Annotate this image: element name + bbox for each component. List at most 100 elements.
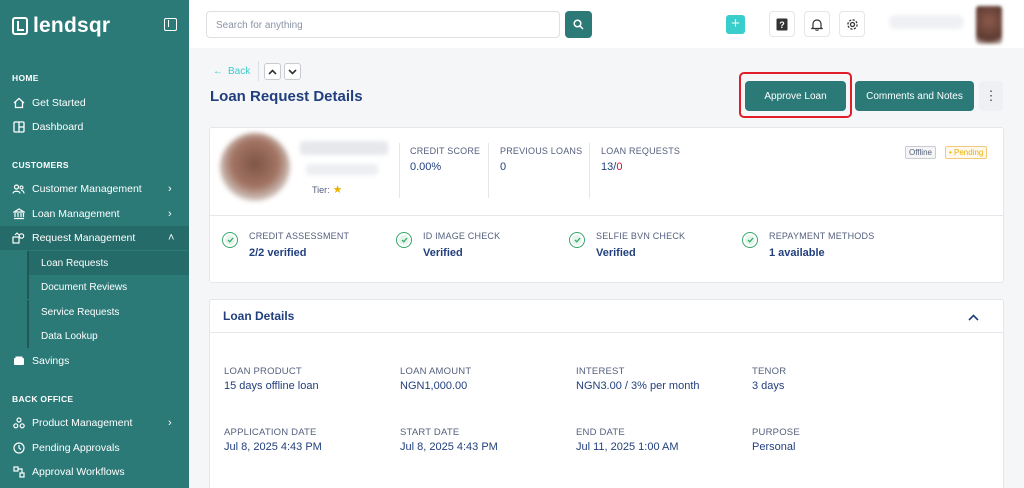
brand-name: lendsqr — [33, 14, 111, 37]
savings-icon — [12, 355, 25, 368]
section-label-back-office: BACK OFFICE — [12, 394, 74, 404]
sidebar-item-request-management[interactable]: Request Management ˄ — [0, 226, 189, 250]
sidebar-subitem-service-requests[interactable]: Service Requests — [27, 300, 189, 324]
sidebar-item-label: Pending Approvals — [32, 442, 120, 454]
customer-id-redacted — [306, 164, 378, 175]
kebab-icon: ⋮ — [984, 88, 998, 103]
verification-value: 2/2 verified — [249, 247, 307, 259]
previous-loans-label: PREVIOUS LOANS — [500, 146, 583, 156]
sidebar-item-product-management[interactable]: Product Management › — [0, 411, 189, 435]
verification-value: 1 available — [769, 247, 825, 259]
detail-label: PURPOSE — [752, 427, 800, 438]
chevron-right-icon: › — [168, 417, 172, 429]
divider — [210, 215, 1003, 216]
detail-label: TENOR — [752, 366, 787, 377]
sidebar-item-label: Product Management — [32, 417, 133, 429]
user-name-redacted[interactable] — [889, 15, 964, 29]
divider — [399, 143, 400, 198]
brand-logo[interactable]: lendsqr — [12, 14, 110, 38]
sidebar-item-label: Savings — [32, 355, 70, 367]
sidebar: lendsqr HOME Get Started Dashboard CUSTO… — [0, 0, 189, 488]
sidebar-item-savings[interactable]: Savings — [0, 349, 189, 373]
loan-requests-total: 13 — [601, 161, 614, 173]
detail-label: INTEREST — [576, 366, 625, 377]
detail-value: Jul 8, 2025 4:43 PM — [400, 441, 498, 453]
search-input[interactable]: Search for anything — [206, 11, 560, 38]
sidebar-item-approval-workflows[interactable]: Approval Workflows — [0, 460, 189, 484]
detail-value: 3 days — [752, 380, 785, 392]
workflow-icon — [12, 466, 25, 479]
loan-requests-value: 13/0 — [601, 161, 622, 173]
search-icon — [573, 19, 584, 30]
detail-value: NGN1,000.00 — [400, 380, 468, 392]
sidebar-item-loan-management[interactable]: Loan Management › — [0, 202, 189, 226]
tier-label: Tier: — [312, 185, 330, 195]
check-circle-icon — [742, 232, 758, 248]
tier-indicator: Tier: ★ — [312, 183, 343, 196]
detail-label: APPLICATION DATE — [224, 427, 317, 438]
back-label: Back — [228, 66, 251, 77]
arrow-left-icon: ← — [213, 66, 223, 77]
sidebar-collapse-icon[interactable] — [164, 18, 177, 31]
sidebar-item-label: Dashboard — [32, 121, 84, 133]
sidebar-item-dashboard[interactable]: Dashboard — [0, 115, 189, 139]
previous-record-button[interactable] — [264, 63, 281, 80]
home-icon — [12, 97, 25, 110]
check-circle-icon — [396, 232, 412, 248]
help-button[interactable]: ? — [769, 11, 795, 37]
status-badge-pending: • Pending — [945, 146, 988, 159]
sidebar-subitem-loan-requests[interactable]: Loan Requests — [27, 251, 189, 275]
loan-requests-label: LOAN REQUESTS — [601, 146, 681, 156]
star-icon: ★ — [332, 184, 343, 196]
customer-name-redacted — [300, 141, 388, 155]
sidebar-item-get-started[interactable]: Get Started — [0, 91, 189, 115]
sidebar-item-label: Request Management — [32, 232, 136, 244]
chevron-down-icon — [288, 68, 297, 75]
comments-notes-button[interactable]: Comments and Notes — [855, 81, 974, 111]
divider — [488, 143, 489, 198]
user-avatar[interactable] — [976, 6, 1002, 44]
divider — [210, 332, 1003, 333]
sidebar-item-label: Loan Management — [32, 208, 120, 220]
more-options-button[interactable]: ⋮ — [979, 81, 1003, 111]
profile-photo — [220, 133, 290, 201]
chevron-right-icon: › — [168, 183, 172, 195]
settings-button[interactable] — [839, 11, 865, 37]
sidebar-item-customer-management[interactable]: Customer Management › — [0, 177, 189, 201]
divider — [589, 143, 590, 198]
notifications-button[interactable] — [804, 11, 830, 37]
product-icon — [12, 417, 25, 430]
clock-icon — [12, 442, 25, 455]
detail-value: Jul 11, 2025 1:00 AM — [576, 441, 679, 453]
detail-value: NGN3.00 / 3% per month — [576, 380, 700, 392]
divider — [258, 61, 259, 81]
section-label-customers: CUSTOMERS — [12, 160, 69, 170]
verification-value: Verified — [596, 247, 636, 259]
dashboard-icon — [12, 121, 25, 134]
bell-icon — [811, 18, 823, 31]
svg-text:?: ? — [779, 20, 785, 30]
loan-requests-failed: 0 — [616, 161, 623, 173]
verification-label: CREDIT ASSESSMENT — [249, 231, 350, 241]
detail-value: Personal — [752, 441, 796, 453]
sidebar-subitem-document-reviews[interactable]: Document Reviews — [27, 275, 189, 299]
next-record-button[interactable] — [284, 63, 301, 80]
chevron-up-icon — [968, 314, 979, 321]
search-button[interactable] — [565, 11, 592, 38]
back-link[interactable]: ← Back — [213, 66, 250, 77]
approve-loan-button[interactable]: Approve Loan — [745, 81, 846, 111]
topbar: Search for anything + ? — [189, 0, 1024, 48]
logo-icon — [12, 17, 28, 35]
collapse-section-button[interactable] — [968, 308, 979, 326]
detail-label: END DATE — [576, 427, 625, 438]
chevron-up-icon: ˄ — [168, 232, 175, 244]
detail-label: START DATE — [400, 427, 460, 438]
verification-value: Verified — [423, 247, 463, 259]
gear-icon — [846, 18, 858, 30]
status-badge-offline: Offline — [905, 146, 936, 159]
loan-details-title: Loan Details — [223, 309, 295, 323]
add-button[interactable]: + — [726, 15, 745, 34]
sidebar-subitem-data-lookup[interactable]: Data Lookup — [27, 324, 189, 348]
sidebar-item-pending-approvals[interactable]: Pending Approvals — [0, 436, 189, 460]
check-circle-icon — [222, 232, 238, 248]
